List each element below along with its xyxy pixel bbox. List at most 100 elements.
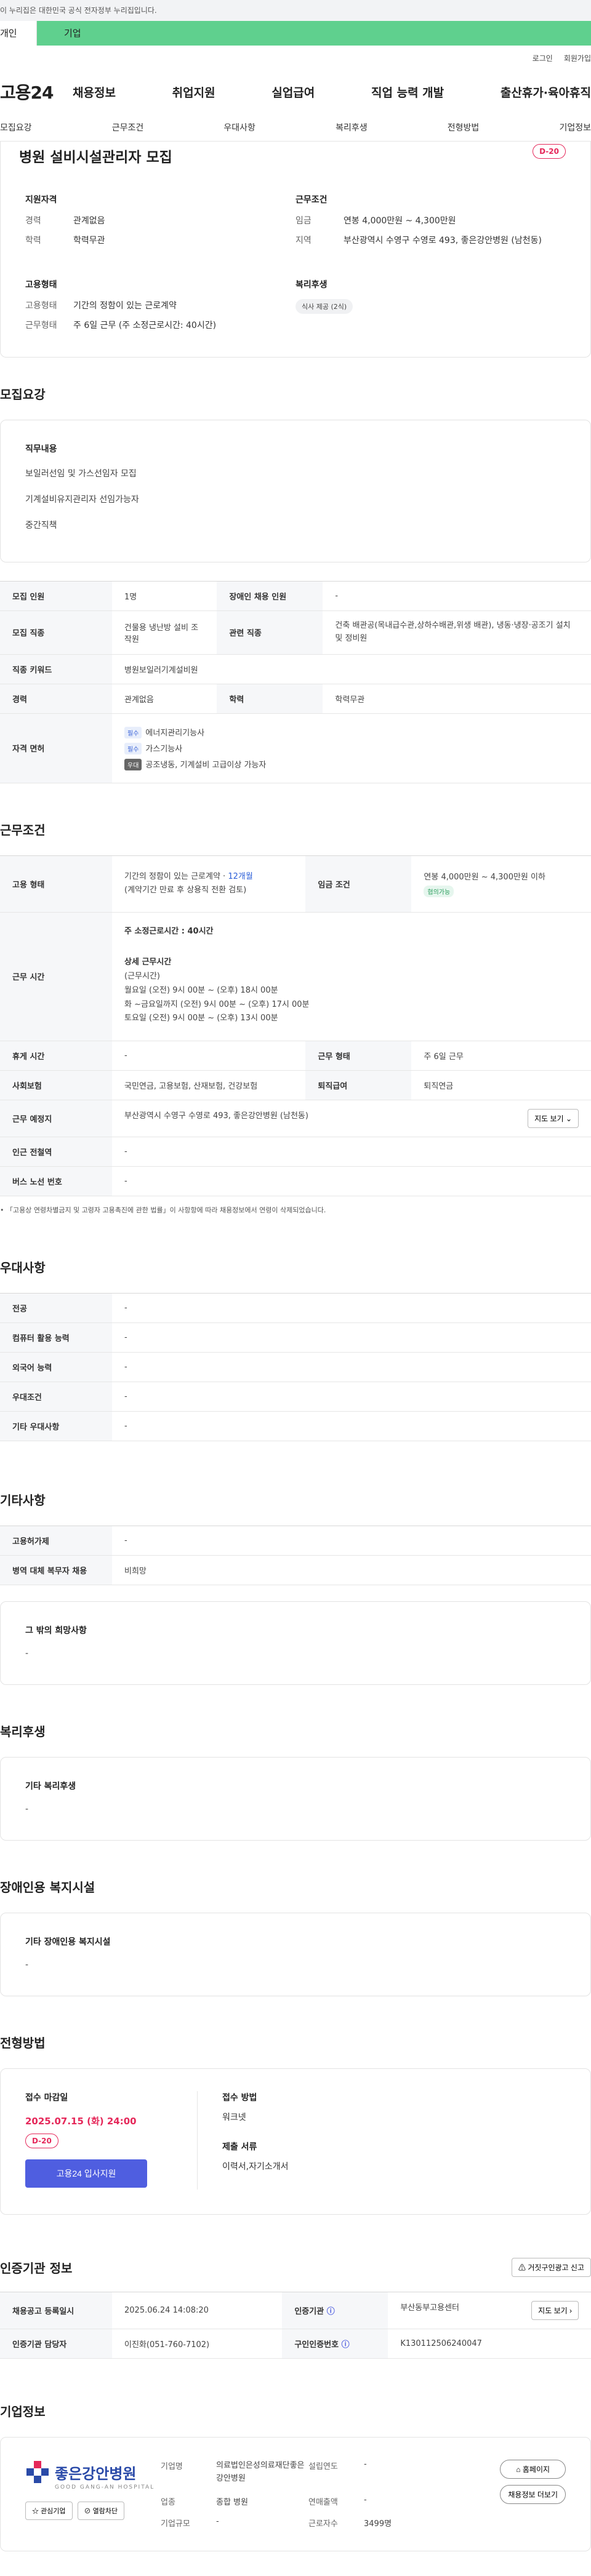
summary-label: 학력 [25,236,41,246]
more-jobs-button[interactable]: 채용정보 더보기 [500,2485,566,2505]
subnav-recruit[interactable]: 모집요강 [0,121,32,134]
job-desc-line: 기계설비유지관리자 선임가능자 [25,495,139,505]
row-value: - [112,1041,306,1071]
page-bottom-spacer [0,2551,591,2576]
row-label: 근무 시간 [0,912,112,1042]
hours-value: 주 소정근로시간 : 40시간 상세 근무시간 (근무시간) 월요일 (오전) … [112,912,591,1042]
page-title: 병원 설비시설관리자 모집 [19,150,172,166]
report-icon: ⚠ [518,2263,526,2273]
row-value: - [112,1166,591,1197]
section-title-disability: 장애인용 복지시설 [0,1880,95,1895]
summary-label: 임금 [296,216,312,226]
gnb-item-leave[interactable]: 출산휴가·육아휴직 [501,84,591,100]
row-value: 비희망 [112,1555,591,1586]
homepage-button[interactable]: ⌂ 홈페이지 [500,2460,566,2479]
subnav-company[interactable]: 기업정보 [559,121,591,134]
row-value: 주 6일 근무 [411,1041,591,1071]
summary-label: 근무형태 [25,321,57,330]
block-icon: ⊘ [84,2508,91,2516]
signup-link[interactable]: 회원가입 [564,53,591,63]
summary-welfare-title: 복리후생 [296,280,328,290]
summary-qualification: 지원자격 경력 관계없음 학력 학력무관 [25,193,296,254]
summary-employment: 고용형태 고용형태 기간의 정함이 있는 근로계약 근무형태 주 6일 근무 (주 … [25,278,296,338]
section-title-selection: 전형방법 [0,2036,46,2051]
favorite-label: 관심기업 [41,2508,66,2516]
row-label: 자격 면허 [0,713,112,783]
gnb-menu: 채용정보 취업지원 실업급여 직업 능력 개발 출산휴가·육아휴직 [73,84,591,100]
login-link[interactable]: 로그인 [533,53,553,63]
dday-badge: D-20 [533,144,566,159]
summary-value: 기간의 정함이 있는 근로계약 [73,301,177,311]
license-list: 필수 에너지관리기능사 필수 가스기능사 우대 공조냉동, 기계설비 고급이상 가능자 [112,713,591,783]
hope-value: - [25,1649,29,1659]
gnb-item-training[interactable]: 직업 능력 개발 [371,84,444,100]
tag-preferred: 우대 [124,758,142,770]
map-button[interactable]: 지도 보기 ⌄ [528,1109,579,1129]
summary-emp-title: 고용형태 [25,280,57,290]
row-value: 병원보일러기계설비원 [112,654,591,684]
license-name: 에너지관리기능사 [145,728,205,738]
info-icon[interactable]: ⓘ [327,2307,335,2316]
summary-value: 학력무관 [73,236,105,246]
chevron-right-icon: › [569,2306,572,2316]
info-icon[interactable]: ⓘ [342,2340,350,2350]
subnav-conditions[interactable]: 근무조건 [112,121,144,134]
report-button[interactable]: ⚠ 거짓구인광고 신고 [511,2258,591,2278]
section-title-company: 기업정보 [0,2404,46,2420]
star-icon: ☆ [32,2508,39,2516]
summary-label: 경력 [25,216,41,226]
info-value: - [364,2460,367,2470]
row-label: 채용공고 등록일시 [0,2292,112,2330]
num-label: 구인인증번호 [294,2340,339,2350]
job-desc-line: 중간직책 [25,521,57,530]
row-value: - [112,1293,591,1324]
tab-corporate[interactable]: 기업 [37,21,591,46]
tag-required: 필수 [124,742,142,754]
row-label: 모집 인원 [0,581,112,611]
row-label: 근무 형태 [305,1041,412,1071]
tab-individual[interactable]: 개인 [0,21,37,46]
method-title: 접수 방법 [222,2093,257,2103]
subnav-selection[interactable]: 전형방법 [448,121,480,134]
job-desc-title: 직무내용 [25,444,57,454]
subnav-preferences[interactable]: 우대사항 [223,121,255,134]
info-label: 기업규모 [161,2519,190,2529]
summary-value: 주 6일 근무 (주 소정근로시간: 40시간) [73,321,217,330]
block-label: 열람차단 [92,2508,118,2516]
row-value: 관계없음 [112,684,217,714]
hours-detail-title: 상세 근무시간 [124,958,172,967]
hours-line: 화 ~금요일까지 (오전) 9시 00분 ~ (오후) 17시 00분 [124,999,310,1009]
summary-label: 고용형태 [25,301,57,311]
row-label: 버스 노선 번호 [0,1166,112,1197]
subnav-welfare[interactable]: 복리후생 [336,121,368,134]
company-logo: 좋은강안병원 [25,2460,161,2484]
other-hope-card: 그 밖의 희망사항 - [0,1601,591,1686]
gnb-item-employment-support[interactable]: 취업지원 [172,84,215,100]
gnb-item-unemployment[interactable]: 실업급여 [271,84,315,100]
row-value: 퇴직연금 [411,1070,591,1101]
apply-button[interactable]: 고용24 입사지원 [25,2159,147,2188]
site-logo[interactable]: 고용24 [0,79,73,104]
preferences-table: 전공 - 컴퓨터 활용 능력 - 외국어 능력 - 우대조건 - 기타 우대사항 - [0,1293,591,1442]
job-description-card: 직무내용 보일러선임 및 가스선임자 모집 기계설비유지관리자 선임가능자 중간… [0,420,591,562]
row-label: 전공 [0,1293,112,1324]
gnb-item-jobs[interactable]: 채용정보 [73,84,116,100]
row-label: 인증기관 담당자 [0,2329,112,2359]
type-text: 기간의 정함이 있는 근로계약 · [124,872,228,881]
top-tabs: 개인 기업 [0,21,591,46]
row-label: 장애인 채용 인원 [217,581,323,611]
welfare-title: 기타 복리후생 [25,1782,76,1792]
favorite-company-button[interactable]: ☆ 관심기업 [25,2502,73,2521]
org-map-button[interactable]: 지도 보기 › [531,2301,579,2321]
row-value: - [112,1382,591,1412]
row-value: 국민연금, 고용보험, 산재보험, 건강보험 [112,1070,306,1101]
org-map-label: 지도 보기 [538,2306,568,2316]
info-label: 기업명 [161,2462,183,2472]
org-value: 부산동부고용센터 지도 보기 › [388,2292,591,2330]
row-label: 경력 [0,684,112,714]
row-value: 이진화(051-760-7102) [112,2329,283,2359]
auth-table: 채용공고 등록일시 2025.06.24 14:08:20 인증기관 ⓘ 부산동… [0,2292,591,2359]
place-value: 부산광역시 수영구 수영로 493, 좋은강안병원 (남천동) 지도 보기 ⌄ [112,1100,591,1138]
info-label: 근로자수 [308,2519,338,2529]
block-view-button[interactable]: ⊘ 열람차단 [77,2502,125,2521]
